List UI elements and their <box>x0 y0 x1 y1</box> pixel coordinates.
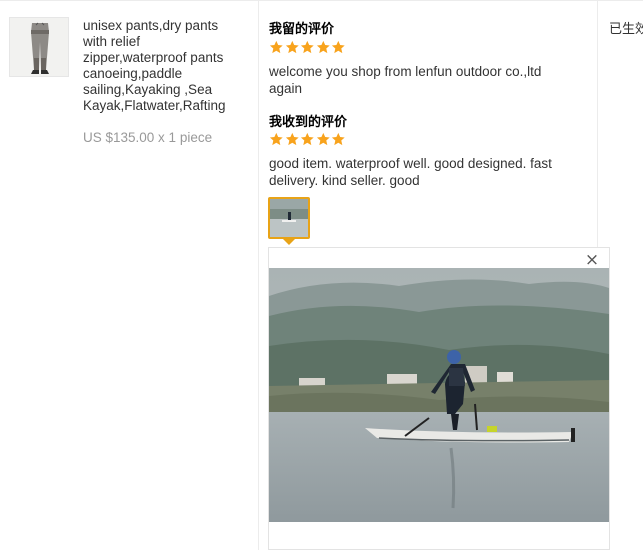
left-feedback-text: welcome you shop from lenfun outdoor co.… <box>269 64 542 96</box>
pants-icon <box>10 18 68 76</box>
thumbnail-selected-pointer <box>283 239 295 245</box>
star-icon <box>316 40 330 54</box>
star-icon <box>332 40 346 54</box>
star-icon <box>269 132 283 146</box>
star-icon <box>332 132 346 146</box>
received-feedback-heading: 我收到的评价 <box>269 115 348 130</box>
received-rating-stars <box>269 132 346 148</box>
feedback-photo-thumbnail[interactable] <box>268 197 310 239</box>
left-feedback-heading: 我留的评价 <box>269 22 335 37</box>
star-icon <box>301 132 314 146</box>
column-divider <box>258 0 259 550</box>
product-image[interactable] <box>9 17 69 77</box>
top-divider <box>0 0 643 1</box>
received-feedback-text: good item. waterproof well. good designe… <box>269 156 552 188</box>
product-price: US $135.00 x 1 piece <box>83 130 213 145</box>
star-icon <box>301 40 314 54</box>
star-icon <box>285 132 299 146</box>
star-icon <box>269 40 283 54</box>
kayak-photo-thumbnail-icon <box>270 199 308 237</box>
kayak-photo <box>269 268 609 522</box>
feedback-status: 已生效 <box>609 22 643 37</box>
product-title[interactable]: unisex pants,dry pants with relief zippe… <box>83 18 243 114</box>
star-icon <box>285 40 299 54</box>
close-photo-button[interactable]: × <box>584 251 600 269</box>
star-icon <box>316 132 330 146</box>
left-rating-stars <box>269 40 346 56</box>
